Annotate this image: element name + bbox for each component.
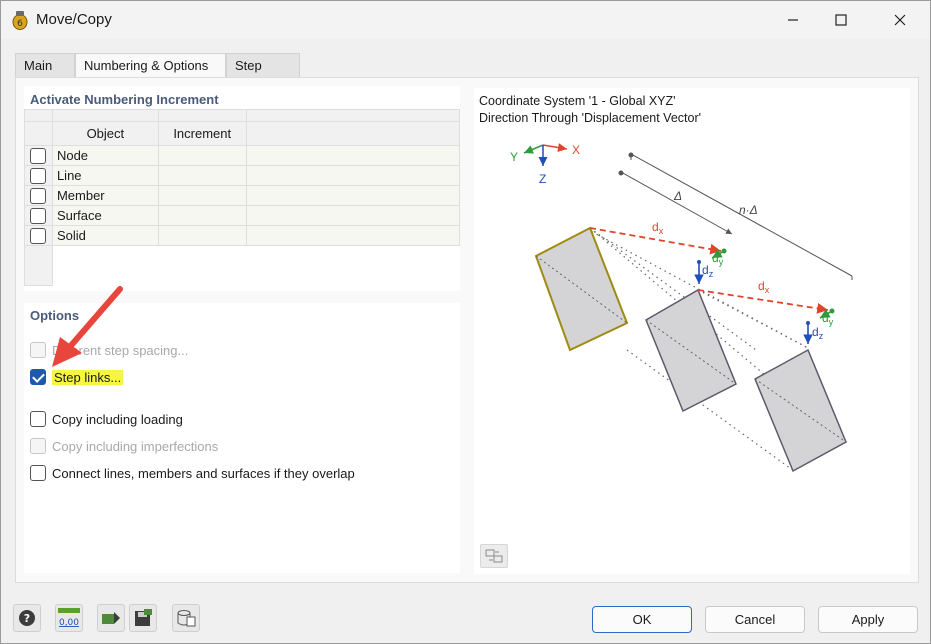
copy-imperfections-option[interactable]: Copy including imperfections — [30, 437, 218, 455]
svg-text:?: ? — [24, 612, 30, 625]
solid-checkbox[interactable] — [30, 227, 47, 244]
tab-content: Activate Numbering Increment Object Incr… — [15, 77, 919, 583]
member-checkbox[interactable] — [30, 187, 47, 204]
apply-button[interactable]: Apply — [818, 606, 918, 633]
option-label: Copy including imperfections — [52, 438, 219, 454]
export-button[interactable] — [97, 604, 125, 632]
surface-checkbox[interactable] — [30, 207, 47, 224]
numbering-title: Activate Numbering Increment — [30, 92, 219, 107]
copy-loading-checkbox[interactable] — [30, 411, 46, 427]
axis-triad: X Y Z — [510, 143, 580, 186]
column-header-object[interactable]: Object — [51, 121, 159, 146]
options-panel: Options Different step spacing... Step l… — [24, 286, 460, 573]
table-row: Node — [24, 145, 461, 166]
tab-numbering-options[interactable]: Numbering & Options — [75, 53, 226, 78]
svg-text:0,00: 0,00 — [59, 618, 79, 628]
row-label: Node — [51, 145, 159, 166]
table-header-spacer — [24, 109, 461, 122]
dz-label: dz — [702, 263, 714, 279]
option-label: Connect lines, members and surfaces if t… — [52, 465, 355, 481]
tab-main[interactable]: Main — [15, 53, 75, 77]
option-label: Copy including loading — [52, 411, 183, 427]
swap-icon — [485, 549, 503, 563]
z-axis-label: Z — [539, 172, 546, 186]
table-row: Solid — [24, 225, 461, 246]
units-button[interactable]: 0,00 — [55, 604, 83, 632]
dy-label: dy — [712, 251, 724, 267]
help-button[interactable]: ? — [13, 604, 41, 632]
x-axis-label: X — [572, 143, 580, 157]
close-button[interactable] — [877, 1, 923, 39]
export-icon — [102, 612, 120, 624]
connect-overlap-option[interactable]: Connect lines, members and surfaces if t… — [30, 464, 355, 482]
tab-step-links[interactable]: Step Links — [226, 53, 300, 97]
dx-label: dx — [652, 220, 664, 236]
cancel-button[interactable]: Cancel — [705, 606, 805, 633]
table-row: Member — [24, 185, 461, 206]
copy-imperfections-checkbox[interactable] — [30, 438, 46, 454]
row-label: Surface — [51, 205, 159, 226]
connect-overlap-checkbox[interactable] — [30, 465, 46, 481]
increment-cell[interactable] — [157, 205, 247, 226]
database-icon — [177, 610, 196, 627]
table-row: Line — [24, 165, 461, 186]
table-row: Surface — [24, 205, 461, 226]
svg-text:6: 6 — [17, 19, 23, 29]
save-icon — [135, 609, 152, 626]
table-header-row: Object Increment — [24, 121, 461, 146]
dz-label: dz — [812, 325, 824, 341]
column-header-increment[interactable]: Increment — [157, 121, 247, 146]
app-icon: 6 — [12, 11, 28, 30]
row-label: Solid — [51, 225, 159, 246]
dx-label: dx — [758, 279, 770, 295]
line-checkbox[interactable] — [30, 167, 47, 184]
dimension-lines — [618, 152, 853, 280]
help-icon: ? — [19, 610, 35, 626]
node-checkbox[interactable] — [30, 147, 47, 164]
maximize-icon — [835, 14, 847, 26]
swap-view-button[interactable] — [480, 544, 508, 568]
copy-loading-option[interactable]: Copy including loading — [30, 410, 183, 428]
preview-panel: Coordinate System '1 - Global XYZ' Direc… — [474, 88, 910, 574]
units-icon: 0,00 — [58, 608, 80, 628]
n-delta-label: n·Δ — [739, 203, 758, 217]
increment-cell[interactable] — [157, 145, 247, 166]
database-button[interactable] — [172, 604, 200, 632]
maximize-button[interactable] — [818, 1, 864, 39]
save-button[interactable] — [129, 604, 157, 632]
numbering-panel: Activate Numbering Increment Object Incr… — [24, 86, 461, 291]
row-label: Member — [51, 185, 159, 206]
close-icon — [894, 14, 906, 26]
move-copy-dialog: 6 Move/Copy Main Numbering & Options Ste… — [0, 0, 931, 644]
row-label: Line — [51, 165, 159, 186]
increment-cell[interactable] — [157, 165, 247, 186]
y-axis-label: Y — [510, 150, 518, 164]
surface-copy-1 — [645, 288, 737, 413]
increment-cell[interactable] — [157, 185, 247, 206]
delta-label: Δ — [673, 189, 682, 203]
displacement-diagram: X Y Z Δ n·Δ dx dx dy dy dz dz — [510, 143, 853, 473]
ok-button[interactable]: OK — [592, 606, 692, 633]
window-title: Move/Copy — [36, 11, 112, 28]
minimize-icon — [788, 19, 798, 21]
increment-cell[interactable] — [157, 225, 247, 246]
title-bar: 6 Move/Copy — [1, 1, 930, 39]
tab-bar: Main Numbering & Options Step Links — [15, 53, 300, 97]
annotation-arrow-icon — [52, 286, 123, 367]
footer-bar: ? 0,00 OK Cancel Apply — [1, 591, 930, 643]
numbering-table: Object Increment Node Line Member Surfac… — [24, 109, 461, 286]
table-empty-area — [24, 245, 460, 286]
minimize-button[interactable] — [770, 1, 816, 39]
